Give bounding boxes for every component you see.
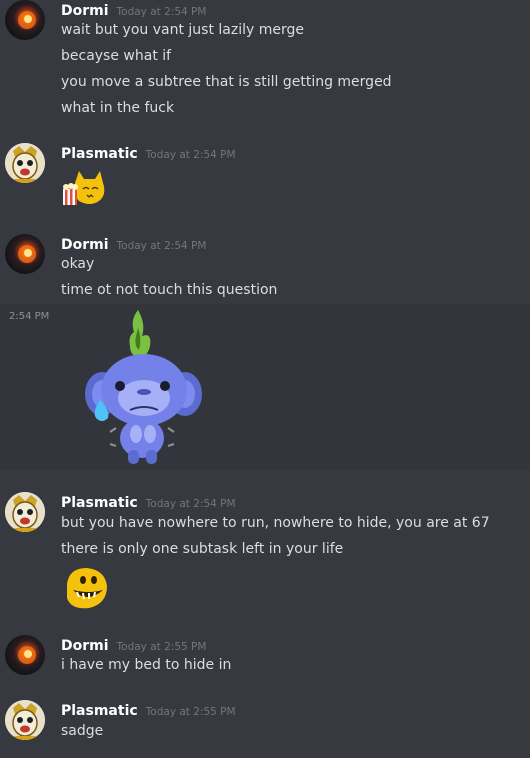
flame-avatar-icon — [18, 646, 36, 664]
user-avatar[interactable] — [5, 143, 45, 183]
message-header: Plasmatic Today at 2:55 PM — [61, 700, 236, 719]
clown-face-avatar-icon — [5, 492, 45, 532]
green-flame-icon — [129, 310, 151, 358]
popcorn-cat-emoji[interactable] — [61, 165, 109, 205]
message-text: time ot not touch this question — [61, 282, 278, 298]
wumpus-sweating-sticker[interactable] — [70, 306, 210, 468]
username[interactable]: Plasmatic — [61, 146, 138, 162]
message-text: what in the fuck — [61, 100, 175, 116]
timestamp: Today at 2:55 PM — [145, 706, 236, 718]
message-text: becayse what if — [61, 48, 172, 64]
message-header: Plasmatic Today at 2:54 PM — [61, 492, 236, 511]
popcorn-cat-icon — [63, 171, 105, 205]
username[interactable]: Dormi — [61, 638, 109, 654]
username[interactable]: Plasmatic — [61, 703, 138, 719]
timestamp: Today at 2:54 PM — [145, 498, 236, 510]
message-header: Dormi Today at 2:54 PM — [61, 234, 207, 253]
message-header: Dormi Today at 2:55 PM — [61, 635, 207, 654]
user-avatar[interactable] — [5, 700, 45, 740]
message-text: there is only one subtask left in your l… — [61, 541, 344, 557]
grinning-face-icon — [67, 568, 107, 609]
timestamp: Today at 2:54 PM — [116, 240, 207, 252]
timestamp: Today at 2:54 PM — [145, 149, 236, 161]
timestamp: Today at 2:54 PM — [116, 6, 207, 18]
message-text: you move a subtree that is still getting… — [61, 74, 392, 90]
message-text: i have my bed to hide in — [61, 657, 232, 673]
user-avatar[interactable] — [5, 0, 45, 40]
user-avatar[interactable] — [5, 492, 45, 532]
clown-face-avatar-icon — [5, 143, 45, 183]
username[interactable]: Plasmatic — [61, 495, 138, 511]
username[interactable]: Dormi — [61, 237, 109, 253]
hover-timestamp: 2:54 PM — [9, 311, 50, 322]
flame-avatar-icon — [18, 11, 36, 29]
username[interactable]: Dormi — [61, 3, 109, 19]
user-avatar[interactable] — [5, 234, 45, 274]
clown-face-avatar-icon — [5, 700, 45, 740]
message-header: Dormi Today at 2:54 PM — [61, 0, 207, 19]
message-header: Plasmatic Today at 2:54 PM — [61, 143, 236, 162]
message-text: sadge — [61, 723, 104, 739]
message-text: okay — [61, 256, 95, 272]
timestamp: Today at 2:55 PM — [116, 641, 207, 653]
flame-avatar-icon — [18, 245, 36, 263]
user-avatar[interactable] — [5, 635, 45, 675]
message-text: wait but you vant just lazily merge — [61, 22, 304, 38]
message-text: but you have nowhere to run, nowhere to … — [61, 515, 490, 531]
grinning-face-emoji[interactable] — [61, 564, 109, 610]
